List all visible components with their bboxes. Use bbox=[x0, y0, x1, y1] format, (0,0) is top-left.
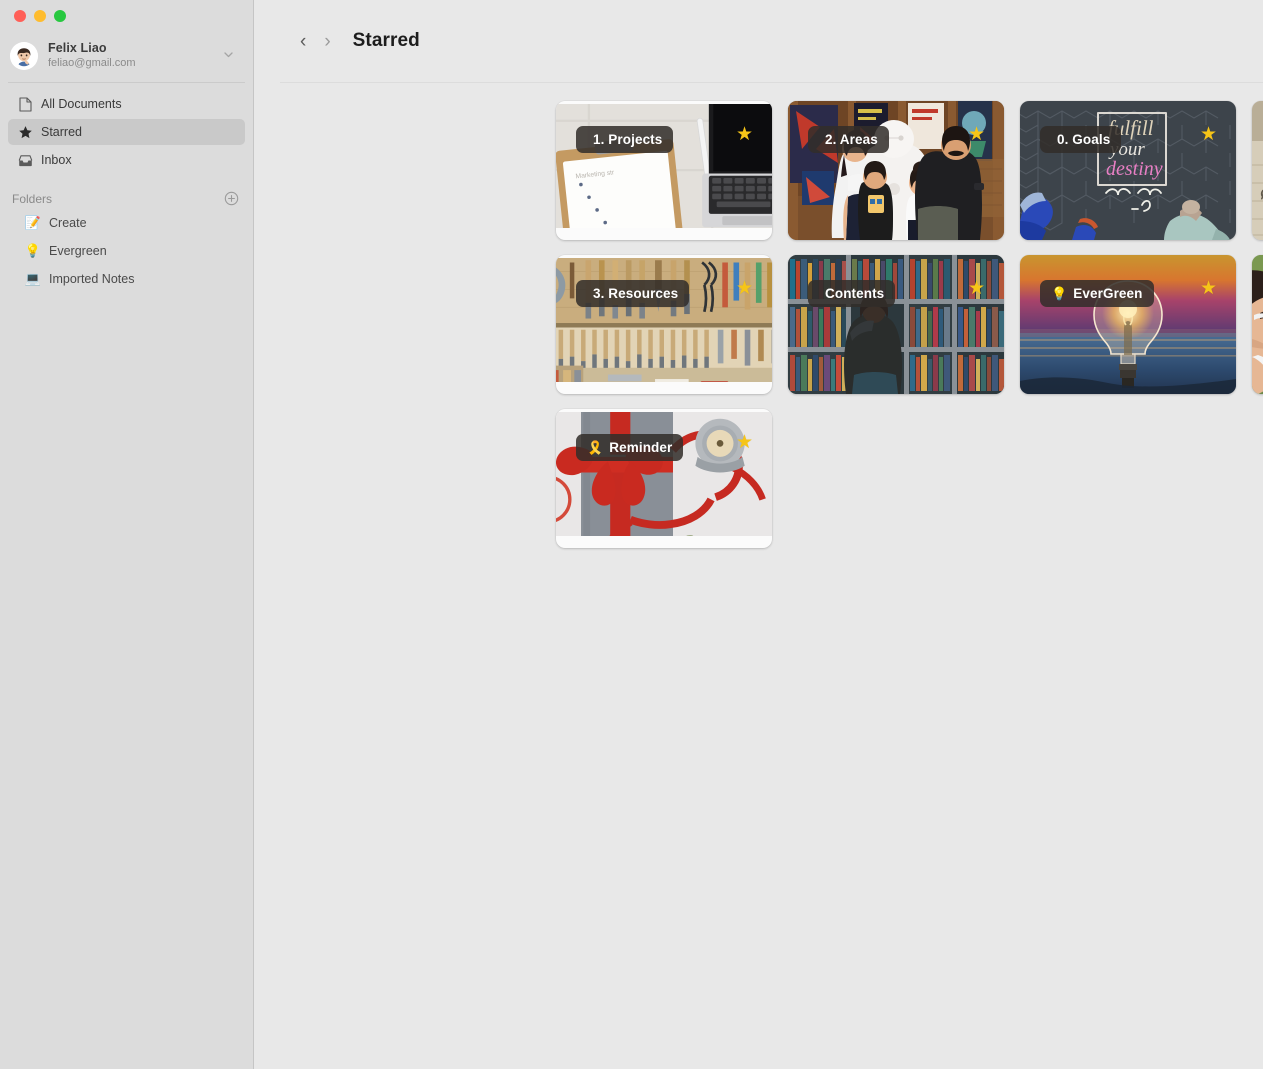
app-window: Felix Liao feliao@gmail.com All Document… bbox=[0, 0, 1263, 1069]
card-resources[interactable]: 3. Resources ★ bbox=[556, 255, 772, 394]
card-title-pill: 0. Goals bbox=[1040, 126, 1122, 153]
card-areas[interactable]: 2. Areas ★ bbox=[788, 101, 1004, 240]
card-title-pill: 💡 EverGreen bbox=[1040, 280, 1154, 307]
sidebar-item-label: Inbox bbox=[41, 153, 72, 168]
card-thumbnail bbox=[556, 258, 772, 382]
sidebar-item-inbox[interactable]: Inbox bbox=[8, 147, 245, 173]
card-title-pill: 2. Areas bbox=[808, 126, 889, 153]
card-projects[interactable]: Marketing str 1. Projects ★ bbox=[556, 101, 772, 240]
sidebar-item-label: Starred bbox=[41, 125, 82, 140]
star-badge-icon[interactable]: ★ bbox=[736, 279, 753, 298]
card-title: 0. Goals bbox=[1057, 132, 1111, 147]
memo-icon: 📝 bbox=[24, 215, 42, 231]
folder-item-label: Create bbox=[49, 216, 87, 231]
card-title-pill: Contents bbox=[808, 280, 896, 307]
folders-list: 📝 Create 💡 Evergreen 💻 Imported Notes bbox=[0, 210, 253, 292]
forward-button[interactable]: › bbox=[324, 32, 330, 51]
card-title: 1. Projects bbox=[593, 132, 663, 147]
sidebar-item-all-documents[interactable]: All Documents bbox=[8, 91, 245, 117]
card-title-pill: 3. Resources bbox=[576, 280, 690, 307]
folders-header: Folders bbox=[0, 175, 253, 210]
account-name: Felix Liao bbox=[48, 41, 107, 55]
laptop-icon: 💻 bbox=[24, 271, 42, 287]
main-content: ‹ › Starred Marketing str 1. Projects ★ … bbox=[254, 0, 1263, 1069]
card-title: 3. Resources bbox=[593, 286, 679, 301]
star-badge-icon[interactable]: ★ bbox=[1200, 125, 1217, 144]
account-switcher[interactable]: Felix Liao feliao@gmail.com bbox=[0, 33, 253, 76]
lightbulb-icon: 💡 bbox=[24, 243, 42, 259]
card-evergreen[interactable]: 💡 EverGreen ★ bbox=[1020, 255, 1236, 394]
card-title: Reminder bbox=[609, 440, 673, 455]
card-thumbnail bbox=[1252, 101, 1263, 240]
card-title: 2. Areas bbox=[825, 132, 878, 147]
card-contents[interactable]: Contents ★ bbox=[788, 255, 1004, 394]
card-title-pill: 1. Projects bbox=[576, 126, 674, 153]
card-thumbnail: fulfill your destiny bbox=[1020, 101, 1236, 240]
card-emoji: 💡 bbox=[1051, 286, 1068, 301]
card-thumbnail bbox=[788, 255, 1004, 394]
toolbar: ‹ › Starred bbox=[254, 0, 1263, 82]
folder-item-create[interactable]: 📝 Create bbox=[8, 210, 245, 236]
folder-item-imported-notes[interactable]: 💻 Imported Notes bbox=[8, 266, 245, 292]
back-button[interactable]: ‹ bbox=[300, 32, 306, 51]
star-badge-icon[interactable]: ★ bbox=[968, 279, 985, 298]
document-icon bbox=[16, 96, 34, 112]
star-icon bbox=[16, 125, 34, 140]
star-badge-icon[interactable]: ★ bbox=[1200, 279, 1217, 298]
inbox-icon bbox=[16, 154, 34, 167]
card-thumbnail: FOCUS bbox=[1252, 255, 1263, 394]
history-navigation: ‹ › bbox=[300, 32, 331, 51]
plus-circle-icon[interactable] bbox=[224, 191, 239, 206]
star-badge-icon[interactable]: ★ bbox=[968, 125, 985, 144]
star-badge-icon[interactable]: ★ bbox=[736, 433, 753, 452]
avatar bbox=[10, 41, 38, 70]
folder-item-label: Evergreen bbox=[49, 244, 107, 259]
card-draft-post[interactable]: 🖋️ Draft Post ★ bbox=[1252, 101, 1263, 240]
card-flagged[interactable]: FOCUS 🚩 Flagged ★ bbox=[1252, 255, 1263, 394]
card-thumbnail bbox=[556, 412, 772, 536]
card-title: Contents bbox=[825, 286, 885, 301]
window-traffic-lights bbox=[0, 0, 253, 22]
folder-item-label: Imported Notes bbox=[49, 272, 135, 287]
page-title: Starred bbox=[352, 30, 420, 51]
sidebar-nav: All Documents Starred Inbox bbox=[0, 91, 253, 173]
account-email: feliao@gmail.com bbox=[48, 57, 136, 70]
sidebar-item-starred[interactable]: Starred bbox=[8, 119, 245, 146]
folders-title: Folders bbox=[12, 191, 53, 206]
card-thumbnail bbox=[1020, 255, 1236, 394]
star-badge-icon[interactable]: ★ bbox=[736, 125, 753, 144]
folder-item-evergreen[interactable]: 💡 Evergreen bbox=[8, 238, 245, 264]
svg-text:destiny: destiny bbox=[1106, 158, 1163, 180]
zoom-button[interactable] bbox=[54, 10, 66, 22]
sidebar: Felix Liao feliao@gmail.com All Document… bbox=[0, 0, 254, 1069]
card-goals[interactable]: fulfill your destiny 0. Goals ★ bbox=[1020, 101, 1236, 240]
card-reminder[interactable]: 🎗️ Reminder ★ bbox=[556, 409, 772, 548]
account-text: Felix Liao feliao@gmail.com bbox=[48, 41, 222, 70]
sidebar-divider bbox=[8, 82, 245, 84]
chevron-down-icon[interactable] bbox=[222, 48, 239, 64]
minimize-button[interactable] bbox=[34, 10, 46, 22]
card-title: EverGreen bbox=[1073, 286, 1143, 301]
card-grid: Marketing str 1. Projects ★ 2. Areas ★ f… bbox=[254, 83, 1263, 548]
sidebar-item-label: All Documents bbox=[41, 97, 122, 112]
card-thumbnail: Marketing str bbox=[556, 104, 772, 228]
close-button[interactable] bbox=[14, 10, 26, 22]
card-thumbnail bbox=[788, 101, 1004, 240]
card-title-pill: 🎗️ Reminder bbox=[576, 434, 684, 461]
card-emoji: 🎗️ bbox=[587, 440, 604, 455]
